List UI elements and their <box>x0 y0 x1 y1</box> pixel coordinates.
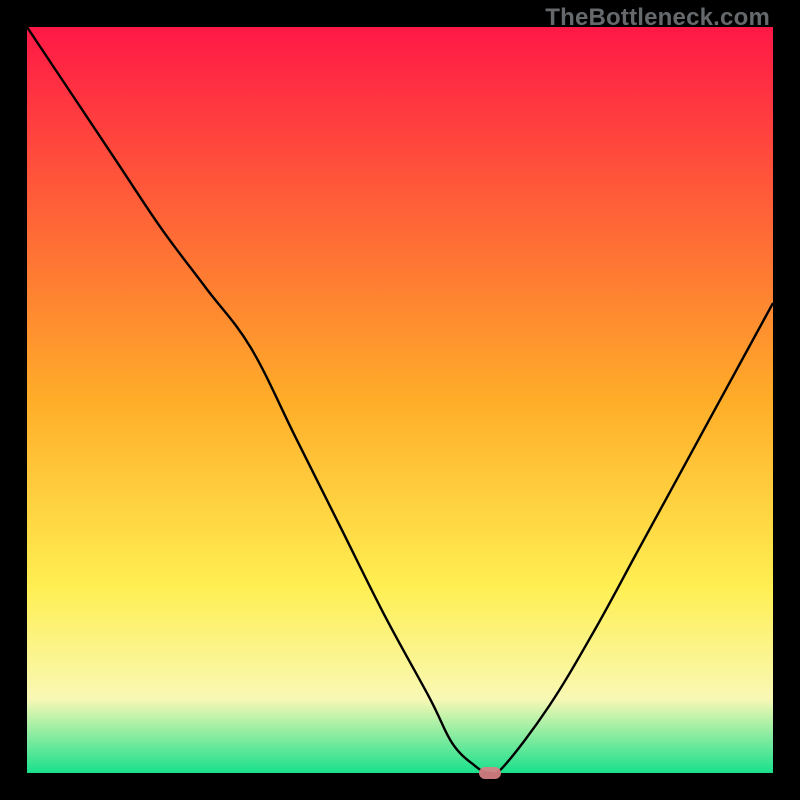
optimum-marker <box>479 767 501 779</box>
bottleneck-chart <box>27 27 773 773</box>
chart-frame: TheBottleneck.com <box>0 0 800 800</box>
gradient-background <box>27 27 773 773</box>
plot-area <box>27 27 773 773</box>
